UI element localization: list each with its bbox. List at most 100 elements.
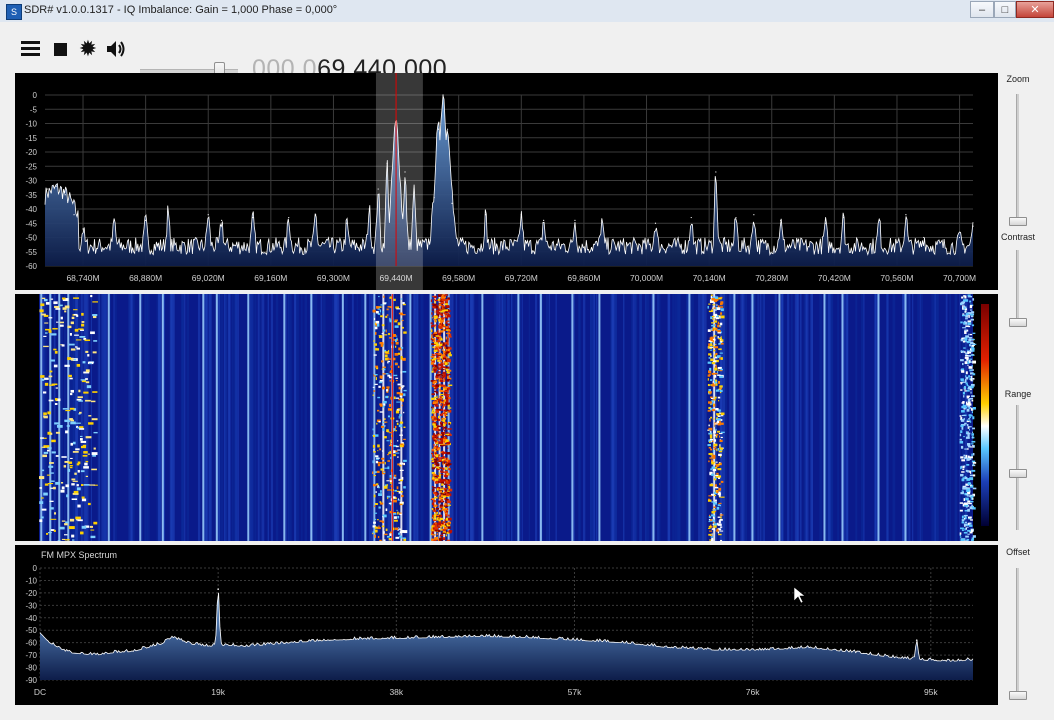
waterfall-signal-pixel — [971, 411, 973, 414]
waterfall-signal-pixel — [961, 521, 965, 524]
waterfall-signal-pixel — [717, 468, 722, 471]
waterfall-signal-pixel — [431, 452, 434, 455]
x-tick-label: 38k — [389, 687, 403, 697]
waterfall-noise-column — [421, 294, 424, 541]
waterfall-signal-pixel — [719, 352, 723, 354]
waterfall-signal-pixel — [392, 454, 396, 457]
gear-icon[interactable]: ✹ — [77, 38, 99, 60]
waterfall-hot-pixel — [40, 437, 44, 439]
waterfall-signal-pixel — [443, 460, 447, 462]
waterfall-signal-pixel — [960, 466, 962, 470]
waterfall-signal-pixel — [969, 416, 971, 418]
minimize-button[interactable]: – — [970, 1, 994, 18]
waterfall-signal-pixel — [442, 429, 445, 431]
offset-slider-track[interactable] — [1016, 568, 1019, 698]
waterfall-signal-pixel — [965, 353, 967, 355]
waterfall-signal-pixel — [961, 350, 964, 353]
y-tick-label: -20 — [25, 589, 37, 598]
waterfall-signal-pixel — [382, 329, 386, 332]
contrast-slider-track[interactable] — [1016, 250, 1019, 325]
waterfall-hot-pixel — [71, 478, 76, 481]
waterfall-signal-pixel — [397, 408, 401, 410]
waterfall-signal-pixel — [711, 537, 713, 541]
range-slider-thumb[interactable] — [1009, 468, 1027, 478]
waterfall-signal-pixel — [972, 360, 977, 364]
waterfall-signal-pixel — [374, 536, 377, 538]
waterfall-signal-pixel — [715, 461, 718, 463]
waterfall-signal-pixel — [375, 323, 377, 327]
waterfall-noise-column — [692, 294, 694, 541]
waterfall-signal-pixel — [377, 461, 382, 464]
close-button[interactable]: ✕ — [1016, 1, 1054, 18]
waterfall-signal-pixel — [432, 407, 434, 409]
offset-slider-thumb[interactable] — [1009, 691, 1027, 700]
waterfall-signal-pixel — [960, 380, 964, 382]
waterfall-signal-pixel — [720, 340, 723, 343]
maximize-button[interactable]: □ — [994, 1, 1016, 18]
waterfall-signal-pixel — [431, 343, 435, 345]
waterfall-hot-pixel — [65, 484, 69, 488]
waterfall-signal-pixel — [709, 379, 713, 381]
zoom-slider-track[interactable] — [1016, 94, 1019, 224]
waterfall-noise-column — [959, 294, 961, 541]
waterfall-noise-column — [639, 294, 642, 541]
waterfall-signal-pixel — [967, 443, 971, 446]
waterfall-noise-column — [314, 294, 318, 541]
waterfall-signal-pixel — [708, 514, 711, 517]
waterfall-chart[interactable] — [15, 294, 998, 543]
waterfall-signal-pixel — [381, 333, 384, 335]
range-slider-track[interactable] — [1016, 405, 1019, 530]
waterfall-hot-pixel — [52, 328, 58, 330]
waterfall-signal-pixel — [969, 524, 973, 527]
waterfall-hot-pixel — [68, 461, 73, 464]
waterfall-signal-pixel — [430, 362, 434, 365]
waterfall-signal-pixel — [435, 343, 439, 347]
waterfall-signal-pixel — [437, 529, 441, 533]
waterfall-signal-pixel — [967, 426, 972, 428]
hamburger-icon[interactable] — [20, 38, 42, 60]
waterfall-noise-column — [701, 294, 704, 541]
waterfall-signal-pixel — [384, 467, 388, 469]
waterfall-signal-pixel — [382, 516, 384, 518]
waterfall-signal-pixel — [717, 369, 719, 371]
waterfall-signal-pixel — [709, 347, 714, 349]
stop-icon[interactable] — [49, 38, 71, 60]
mpx-spectrum-panel[interactable]: FM MPX Spectrum 0 -10 -20 -30 -40 -50 -60 -70 -80… — [15, 545, 998, 705]
waterfall-signal-pixel — [397, 511, 399, 515]
waterfall-hot-pixel — [71, 498, 78, 501]
waterfall-signal-pixel — [382, 366, 386, 368]
waterfall-display[interactable] — [15, 294, 998, 543]
spectrum-peak-point — [346, 222, 348, 224]
waterfall-signal-pixel — [965, 493, 968, 496]
waterfall-signal-pixel — [710, 358, 714, 362]
waterfall-signal-pixel — [445, 367, 449, 369]
zoom-slider-thumb[interactable] — [1009, 217, 1027, 226]
waterfall-signal-pixel — [433, 458, 438, 461]
waterfall-signal-pixel — [431, 532, 434, 534]
waterfall-signal-pixel — [403, 331, 407, 334]
contrast-slider-thumb[interactable] — [1009, 318, 1027, 327]
waterfall-signal-pixel — [961, 471, 965, 473]
waterfall-signal-pixel — [708, 424, 710, 427]
waterfall-signal-pixel — [710, 452, 713, 456]
waterfall-signal-pixel — [963, 295, 966, 297]
waterfall-signal-pixel — [971, 395, 975, 398]
waterfall-signal-pixel — [387, 361, 389, 364]
waterfall-hot-pixel — [62, 408, 69, 410]
waterfall-signal-pixel — [961, 314, 966, 317]
waterfall-signal-pixel — [444, 503, 447, 506]
waterfall-signal-pixel — [442, 467, 445, 471]
waterfall-hot-pixel — [79, 435, 83, 437]
waterfall-noise-column — [377, 294, 381, 541]
waterfall-signal-pixel — [971, 311, 975, 314]
mpx-spectrum-chart[interactable]: FM MPX Spectrum0-10-20-30-40-50-60-70-80… — [15, 545, 998, 705]
waterfall-signal-pixel — [441, 349, 444, 351]
waterfall-signal-pixel — [972, 427, 975, 430]
waterfall-signal-pixel — [448, 397, 451, 399]
waterfall-signal-pixel — [431, 353, 433, 356]
spectrum-analyzer[interactable]: 0 -5 -10 -15 -20 -25 -30 -35 -40 -45 -50 -55 -60 68,7… — [15, 73, 998, 290]
waterfall-signal-pixel — [447, 447, 449, 449]
spectrum-chart[interactable]: 0-5-10-15-20-25-30-35-40-45-50-55-6068,7… — [15, 73, 998, 290]
speaker-icon[interactable] — [105, 38, 127, 60]
waterfall-signal-pixel — [966, 495, 971, 497]
